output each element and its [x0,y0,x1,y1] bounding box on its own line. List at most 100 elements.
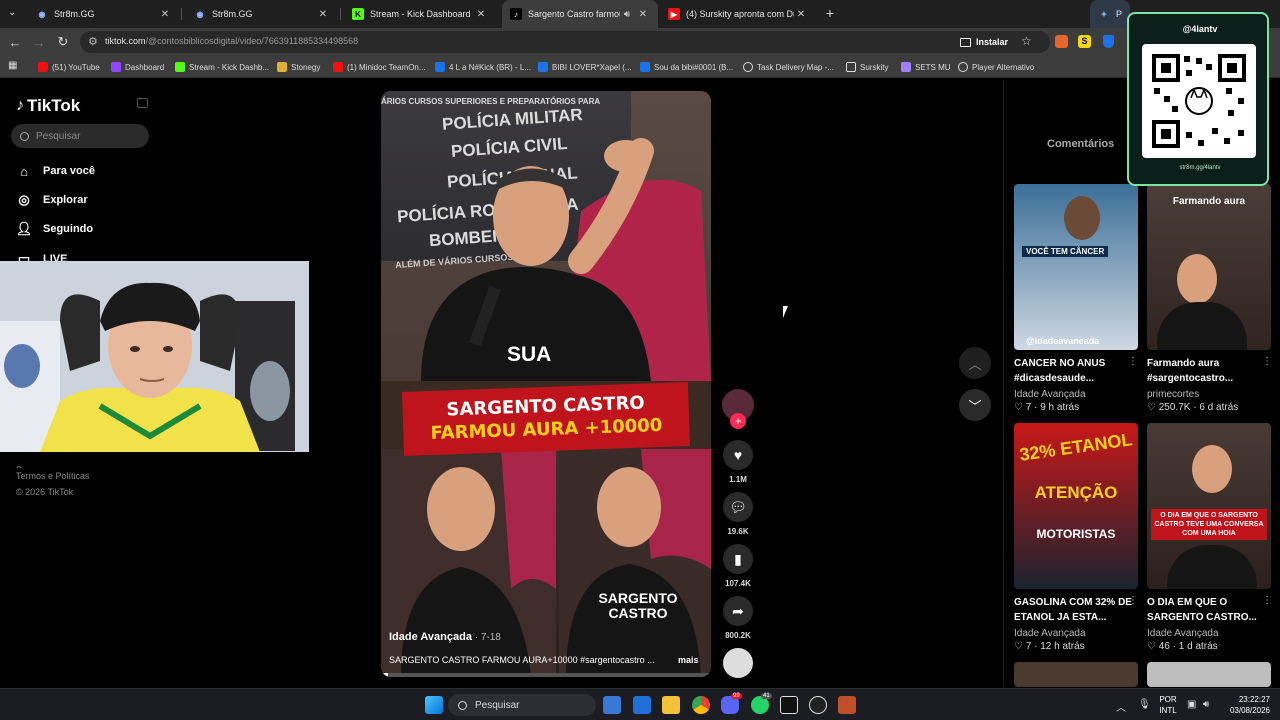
tab-tiktok-active[interactable]: ♪ Sargento Castro farmou Au 🔊︎ ✕ [502,0,658,28]
close-tab-icon[interactable]: ✕ [636,9,650,20]
obs-icon[interactable] [809,696,827,714]
related-author[interactable]: Idade Avançada [1014,389,1086,400]
speaker-icon[interactable]: 🔊︎ [1203,699,1209,710]
address-bar[interactable]: ⚙ tiktok.com/@contosbiblicosdigital/vide… [80,31,1050,53]
previous-video-button[interactable]: ︿ [959,347,991,379]
close-tab-icon[interactable]: ✕ [794,9,808,20]
nav-explorar[interactable]: ◎ Explorar [16,191,87,209]
microphone-icon[interactable]: 🎙︎ [1138,699,1151,710]
heart-icon[interactable]: ♥ [723,440,753,470]
reload-icon[interactable]: ↻ [55,34,71,50]
extension-s-icon[interactable]: S [1078,35,1091,48]
site-info-icon[interactable]: ⚙ [88,35,102,49]
bookmark-player-alternativo[interactable]: Player Alternativo [958,60,1034,74]
video-author[interactable]: Idade Avançada · 7-18 [389,631,501,643]
comment-bubble-icon[interactable]: 💬︎ [723,492,753,522]
keyboard-language[interactable]: POR INTL [1157,694,1179,716]
comment-action[interactable]: 💬︎ 19.6K [722,492,754,536]
related-video-thumb[interactable] [1147,662,1271,687]
related-title[interactable]: GASOLINA COM 32% DE ETANOL JA ESTA... [1014,595,1132,625]
taskbar-search[interactable]: Pesquisar [448,694,596,716]
related-video-thumb[interactable]: O DIA EM QUE O SARGENTO CASTRO TEVE UMA … [1147,423,1271,589]
close-tab-icon[interactable]: ✕ [474,9,488,20]
forward-arrow-icon[interactable]: → [31,34,47,50]
more-options-icon[interactable]: ⋮ [1262,595,1272,606]
bookmark-lan-kick[interactable]: 4 L a N#Kick (BR) - L... [435,60,531,74]
install-app-button[interactable]: Instalar [960,34,1008,50]
file-explorer-icon[interactable] [662,696,680,714]
store-icon[interactable] [603,696,621,714]
bookmark-icon[interactable]: ▮ [723,544,753,574]
related-video-thumb[interactable]: VOCÊ TEM CÂNCER @idadeavancada [1014,184,1138,350]
bookmark-kick-dashboard[interactable]: Stream - Kick Dashb... [175,60,269,74]
related-author[interactable]: primecortes [1147,389,1199,400]
footer-terms-link[interactable]: Termos e Políticas [16,468,90,484]
related-meta: ♡ 250.7K · 6 d atrás [1147,402,1239,413]
music-disc[interactable] [722,648,754,678]
new-tab-button[interactable]: + [822,5,838,21]
more-options-icon[interactable]: ⋮ [1128,356,1138,367]
bookmark-youtube[interactable]: (51) YouTube [38,60,100,74]
related-author[interactable]: Idade Avançada [1147,628,1219,639]
related-title[interactable]: O DIA EM QUE O SARGENTO CASTRO... [1147,595,1265,625]
tray-chevron-icon[interactable]: ︿ [1116,699,1126,714]
bookmark-sets-mu[interactable]: SETS MU [901,60,951,74]
video-progress-bar[interactable] [381,673,711,677]
related-title[interactable]: Farmando aura #sargentocastro... [1147,356,1265,386]
side-tab-group[interactable]: ✦ Peça a [1090,0,1130,28]
network-icon[interactable]: ▣ [1187,699,1196,710]
extension-shield-icon[interactable] [1103,35,1114,48]
tab-comentarios[interactable]: Comentários [1047,138,1114,150]
tab-kick-dashboard[interactable]: K Stream - Kick Dashboard ✕ [344,0,496,28]
share-arrow-icon[interactable]: ➦ [723,596,753,626]
related-title[interactable]: CANCER NO ANUS #dicasdesaude... [1014,356,1132,386]
share-action[interactable]: ➦ 800.2K [722,596,754,640]
extension-fox-icon[interactable] [1055,35,1068,48]
nav-seguindo[interactable]: 👤︎ Seguindo [16,220,93,238]
bookmark-task-delivery[interactable]: Task Delivery Map -... [743,60,834,74]
tab-str8m-1[interactable]: ◉ Str8m.GG ✕ [28,0,180,28]
outlook-icon[interactable] [633,696,651,714]
next-video-button[interactable]: ﹀ [959,389,991,421]
nav-para-voce[interactable]: ⌂ Para você [16,162,95,180]
compass-icon: ◎ [18,192,30,207]
back-arrow-icon[interactable]: ← [7,34,23,50]
more-options-icon[interactable]: ⋮ [1262,356,1272,367]
chrome-icon[interactable] [692,696,710,714]
close-tab-icon[interactable]: ✕ [158,9,172,20]
system-clock[interactable]: 23:22:27 03/08/2026 [1228,694,1270,716]
like-action[interactable]: ♥ 1.1M [722,440,754,484]
bookmark-star-icon[interactable]: ☆ [1021,34,1032,48]
bookmark-dashboard[interactable]: Dashboard [111,60,164,74]
creator-avatar[interactable]: + [722,389,754,429]
windows-start-icon[interactable] [425,696,443,714]
thumb-sub-text: MOTORISTAS [1036,527,1116,541]
save-action[interactable]: ▮ 107.4K [722,544,754,588]
close-tab-icon[interactable]: ✕ [316,9,330,20]
music-disc-icon[interactable] [723,648,753,678]
caption-more-link[interactable]: mais [678,655,699,665]
audio-playing-icon[interactable]: 🔊︎ [620,9,634,20]
tiktok-logo[interactable]: ♪ TikTok [16,96,80,116]
video-player[interactable]: ÁRIOS CURSOS SUPERIORES E PREPARATÓRIOS … [381,91,711,677]
search-input[interactable]: Pesquisar [11,124,149,148]
tab-list-chevron-icon[interactable]: ⌄ [8,7,22,21]
tab-str8m-2[interactable]: ◉ Str8m.GG ✕ [186,0,338,28]
bookmark-stonegy[interactable]: Stonegy [277,60,320,74]
apps-grid-icon[interactable]: ▦ [8,60,20,72]
related-video-thumb[interactable] [1014,662,1138,687]
tab-youtube-surskity[interactable]: ▶ (4) Surskity apronta com Duduc ✕ [660,0,816,28]
bookmark-minidoc[interactable]: (1) Minidoc TeamOn... [333,60,426,74]
more-options-icon[interactable]: ⋮ [1128,595,1138,606]
related-author[interactable]: Idade Avançada [1014,628,1086,639]
collapse-sidebar-icon[interactable] [137,98,148,108]
related-video-thumb[interactable]: Farmando aura [1147,184,1271,350]
bookmark-bibi-lover[interactable]: BIBI LOVER*Xapel (... [538,60,632,74]
bookmark-surskity[interactable]: Surskity [846,60,888,74]
url-text[interactable]: tiktok.com/@contosbiblicosdigital/video/… [105,36,358,46]
capcut-icon[interactable] [780,696,798,714]
related-video-thumb[interactable]: 32% ETANOL ATENÇÃO MOTORISTAS [1014,423,1138,589]
follow-plus-icon[interactable]: + [730,413,746,429]
game-app-icon[interactable] [838,696,856,714]
bookmark-sou-da-bibi[interactable]: Sou da bibi#0001 (B... [640,60,733,74]
